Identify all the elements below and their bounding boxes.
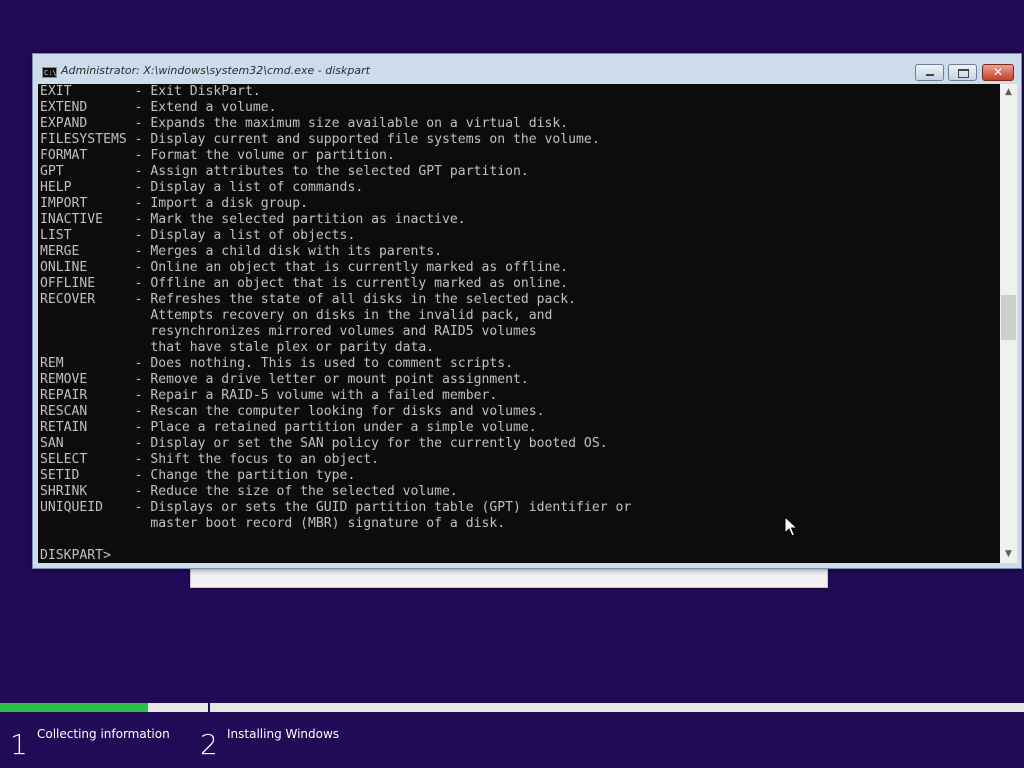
mouse-cursor-icon	[784, 516, 798, 537]
cmd-window[interactable]: C:\ Administrator: X:\windows\system32\c…	[32, 53, 1022, 569]
title-bar[interactable]: C:\ Administrator: X:\windows\system32\c…	[33, 54, 1021, 84]
step-number: 2	[200, 728, 218, 761]
step-label: Collecting information	[37, 727, 170, 741]
scroll-up-icon[interactable]: ▲	[1000, 84, 1017, 101]
window-title: Administrator: X:\windows\system32\cmd.e…	[61, 64, 370, 77]
maximize-button[interactable]	[948, 64, 977, 81]
close-button[interactable]: ✕	[982, 64, 1014, 81]
console-text: EXIT - Exit DiskPart. EXTEND - Extend a …	[40, 84, 632, 563]
close-icon: ✕	[992, 65, 1004, 79]
step-number: 1	[10, 728, 28, 761]
cmd-icon: C:\	[42, 67, 57, 78]
minimize-button[interactable]	[915, 64, 944, 81]
vertical-scrollbar[interactable]: ▲ ▼	[1000, 84, 1017, 563]
setup-progress-bar	[0, 701, 1024, 714]
scroll-down-icon[interactable]: ▼	[1000, 546, 1017, 563]
progress-fill	[0, 703, 149, 712]
progress-step-divider	[208, 701, 210, 714]
minimize-icon	[926, 74, 934, 76]
scrollbar-thumb[interactable]	[1001, 295, 1016, 340]
console-output[interactable]: EXIT - Exit DiskPart. EXTEND - Extend a …	[38, 84, 1000, 563]
maximize-icon	[958, 69, 969, 78]
step-label: Installing Windows	[227, 727, 340, 741]
setup-dialog-background	[190, 566, 828, 588]
